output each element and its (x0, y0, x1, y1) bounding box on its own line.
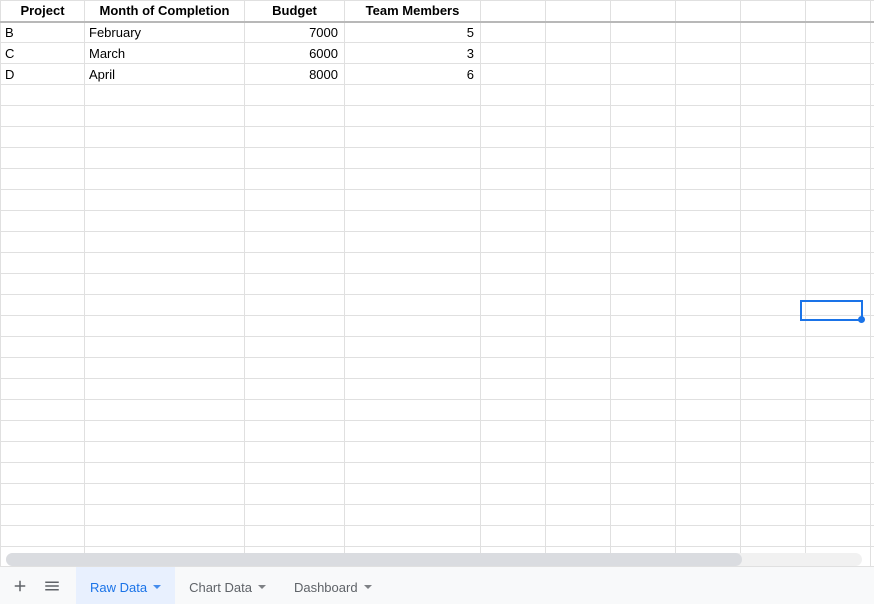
header-project[interactable]: Project (1, 1, 85, 22)
header-row: Project Month of Completion Budget Team … (1, 1, 874, 22)
table-row (1, 106, 874, 127)
cell-month[interactable]: February (85, 22, 245, 43)
table-row: DApril80006 (1, 64, 874, 85)
table-row (1, 295, 874, 316)
menu-icon (43, 577, 61, 595)
sheet-tab-label: Dashboard (294, 580, 358, 595)
cell-project[interactable]: D (1, 64, 85, 85)
table-row (1, 211, 874, 232)
table-row (1, 169, 874, 190)
cell-team[interactable]: 3 (345, 43, 481, 64)
table-row (1, 526, 874, 547)
table-row (1, 274, 874, 295)
header-month[interactable]: Month of Completion (85, 1, 245, 22)
all-sheets-button[interactable] (36, 570, 68, 602)
table-row (1, 316, 874, 337)
table-row (1, 400, 874, 421)
plus-icon (11, 577, 29, 595)
add-sheet-button[interactable] (4, 570, 36, 602)
sheet-tab-label: Chart Data (189, 580, 252, 595)
sheet-tab-raw-data[interactable]: Raw Data (76, 567, 175, 604)
table-row (1, 148, 874, 169)
table-row (1, 232, 874, 253)
cell-team[interactable]: 5 (345, 22, 481, 43)
cell-month[interactable]: March (85, 43, 245, 64)
cell-project[interactable]: C (1, 43, 85, 64)
cell-budget[interactable]: 6000 (245, 43, 345, 64)
cell-project[interactable]: B (1, 22, 85, 43)
horizontal-scrollbar[interactable] (6, 553, 862, 566)
sheet-tab-chart-data[interactable]: Chart Data (175, 567, 280, 604)
table-row (1, 85, 874, 106)
cell-month[interactable]: April (85, 64, 245, 85)
sheet-tab-bar: Raw Data Chart Data Dashboard (0, 566, 874, 604)
table-row (1, 484, 874, 505)
table-row (1, 358, 874, 379)
table-row (1, 421, 874, 442)
cell-budget[interactable]: 8000 (245, 64, 345, 85)
spreadsheet-grid[interactable]: Project Month of Completion Budget Team … (0, 0, 874, 566)
cell-budget[interactable]: 7000 (245, 22, 345, 43)
header-budget[interactable]: Budget (245, 1, 345, 22)
chevron-down-icon[interactable] (258, 585, 266, 589)
table-row (1, 253, 874, 274)
sheet-tab-dashboard[interactable]: Dashboard (280, 567, 386, 604)
table-row: CMarch60003 (1, 43, 874, 64)
table-row (1, 505, 874, 526)
sheet-tab-label: Raw Data (90, 580, 147, 595)
table-row (1, 379, 874, 400)
table-row (1, 463, 874, 484)
cell-team[interactable]: 6 (345, 64, 481, 85)
header-team[interactable]: Team Members (345, 1, 481, 22)
chevron-down-icon[interactable] (153, 585, 161, 589)
table-row (1, 127, 874, 148)
horizontal-scrollbar-thumb[interactable] (6, 553, 742, 566)
table-row (1, 190, 874, 211)
chevron-down-icon[interactable] (364, 585, 372, 589)
table-row: BFebruary70005 (1, 22, 874, 43)
table-row (1, 442, 874, 463)
table-row (1, 337, 874, 358)
